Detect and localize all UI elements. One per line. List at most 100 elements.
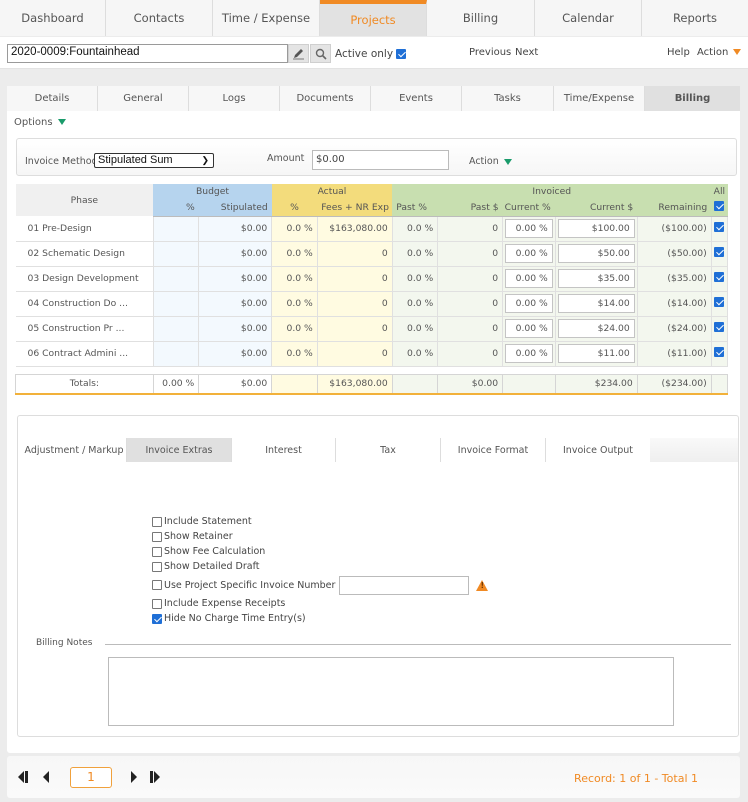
nav-tab-reports[interactable]: Reports bbox=[642, 0, 748, 36]
project-input[interactable]: 2020-0009:Fountainhead bbox=[7, 44, 288, 63]
last-page-icon[interactable] bbox=[150, 771, 163, 783]
active-only-checkbox[interactable] bbox=[396, 49, 407, 59]
subtab-details[interactable]: Details bbox=[7, 86, 98, 111]
row-select-checkbox[interactable] bbox=[714, 222, 725, 232]
past-pct: 0.0 % bbox=[392, 341, 439, 367]
option-include-expense-receipts[interactable]: Include Expense Receipts bbox=[152, 596, 488, 611]
billing-notes-textarea[interactable] bbox=[108, 657, 674, 726]
phase-row: 04 Construction Do ... $0.00 0.0 % 0 0.0 % 0 0… bbox=[15, 291, 729, 317]
phase-name[interactable]: 04 Construction Do ... bbox=[15, 291, 154, 317]
subtab-time-expense[interactable]: Time/Expense bbox=[554, 86, 645, 111]
option-show-retainer[interactable]: Show Retainer bbox=[152, 529, 488, 544]
phase-name[interactable]: 06 Contract Admini ... bbox=[15, 341, 154, 367]
current-pct-input[interactable]: 0.00 % bbox=[505, 219, 553, 238]
show-retainer-checkbox[interactable] bbox=[152, 531, 162, 542]
tab-invoice-format[interactable]: Invoice Format bbox=[441, 438, 546, 462]
totals-remaining: ($234.00) bbox=[636, 373, 712, 395]
option-project-invoice-number[interactable]: Use Project Specific Invoice Number bbox=[152, 574, 489, 596]
row-select-checkbox[interactable] bbox=[714, 272, 725, 282]
show-detailed-draft-checkbox[interactable] bbox=[152, 561, 162, 572]
totals-current-pct bbox=[502, 373, 556, 395]
active-only-toggle[interactable]: Active only bbox=[335, 48, 407, 60]
phase-name[interactable]: 03 Design Development bbox=[15, 266, 154, 292]
current-pct-input[interactable]: 0.00 % bbox=[505, 269, 553, 288]
row-select-checkbox[interactable] bbox=[714, 322, 725, 332]
past-dollar: 0 bbox=[437, 341, 504, 367]
col-header-current-pct: Current % bbox=[502, 199, 556, 217]
option-include-statement[interactable]: Include Statement bbox=[152, 514, 488, 529]
nav-tab-projects[interactable]: Projects bbox=[320, 0, 427, 36]
project-invoice-number-checkbox[interactable] bbox=[152, 580, 162, 590]
search-button[interactable] bbox=[310, 44, 331, 63]
totals-stipulated: $0.00 bbox=[198, 373, 273, 395]
budget-pct bbox=[153, 291, 200, 317]
actual-pct: 0.0 % bbox=[271, 241, 318, 267]
invoice-action-menu[interactable]: Action bbox=[469, 156, 512, 167]
current-pct-input[interactable]: 0.00 % bbox=[505, 294, 553, 313]
subtab-logs[interactable]: Logs bbox=[189, 86, 280, 111]
actual-fees: 0 bbox=[317, 241, 393, 267]
record-count: Record: 1 of 1 - Total 1 bbox=[574, 772, 698, 785]
option-hide-no-charge[interactable]: Hide No Charge Time Entry(s) bbox=[152, 611, 488, 626]
current-dollar-input[interactable]: $50.00 bbox=[557, 244, 635, 263]
past-dollar: 0 bbox=[437, 266, 504, 292]
nav-tab-billing[interactable]: Billing bbox=[427, 0, 535, 36]
current-pct-input[interactable]: 0.00 % bbox=[505, 319, 553, 338]
nav-tab-time-expense[interactable]: Time / Expense bbox=[213, 0, 320, 36]
help-link[interactable]: Help bbox=[667, 47, 690, 58]
row-select-checkbox[interactable] bbox=[714, 347, 725, 357]
budget-stipulated: $0.00 bbox=[198, 291, 273, 317]
current-dollar-input[interactable]: $100.00 bbox=[557, 219, 635, 238]
option-label: Use Project Specific Invoice Number bbox=[164, 579, 336, 591]
tab-adjustment-markup[interactable]: Adjustment / Markup bbox=[22, 438, 127, 462]
current-pct-input[interactable]: 0.00 % bbox=[505, 244, 553, 263]
nav-tab-calendar[interactable]: Calendar bbox=[535, 0, 642, 36]
page-number-input[interactable]: 1 bbox=[70, 767, 112, 788]
subtab-general[interactable]: General bbox=[98, 86, 189, 111]
show-fee-calculation-checkbox[interactable] bbox=[152, 546, 162, 557]
tab-invoice-output[interactable]: Invoice Output bbox=[546, 438, 650, 462]
include-statement-checkbox[interactable] bbox=[152, 516, 162, 527]
first-page-icon[interactable] bbox=[18, 771, 31, 783]
totals-current-dollar: $234.00 bbox=[554, 373, 638, 395]
tab-interest[interactable]: Interest bbox=[232, 438, 336, 462]
option-show-detailed-draft[interactable]: Show Detailed Draft bbox=[152, 559, 488, 574]
invoice-method-select[interactable]: Stipulated Sum ❯ bbox=[94, 153, 214, 168]
current-dollar-input[interactable]: $11.00 bbox=[557, 344, 635, 363]
phase-name[interactable]: 02 Schematic Design bbox=[15, 241, 154, 267]
include-expense-receipts-checkbox[interactable] bbox=[152, 598, 162, 609]
option-show-fee-calculation[interactable]: Show Fee Calculation bbox=[152, 544, 488, 559]
totals-past-pct bbox=[391, 373, 439, 395]
amount-input[interactable]: $0.00 bbox=[312, 150, 449, 170]
totals-fees: $163,080.00 bbox=[316, 373, 393, 395]
current-dollar-input[interactable]: $35.00 bbox=[557, 269, 635, 288]
col-header-fees: Fees + NR Exp bbox=[317, 199, 393, 217]
previous-link[interactable]: Previous bbox=[469, 47, 511, 58]
tab-invoice-extras[interactable]: Invoice Extras bbox=[127, 438, 232, 462]
tab-tax[interactable]: Tax bbox=[336, 438, 441, 462]
subtab-tasks[interactable]: Tasks bbox=[462, 86, 554, 111]
nav-tab-dashboard[interactable]: Dashboard bbox=[0, 0, 106, 36]
next-page-icon[interactable] bbox=[130, 771, 138, 783]
subtab-billing[interactable]: Billing bbox=[645, 86, 740, 111]
next-link[interactable]: Next bbox=[515, 47, 538, 58]
hide-no-charge-checkbox[interactable] bbox=[152, 613, 162, 624]
phase-name[interactable]: 01 Pre-Design bbox=[15, 216, 154, 242]
budget-stipulated: $0.00 bbox=[198, 216, 273, 242]
select-all-checkbox[interactable] bbox=[714, 200, 725, 211]
subtab-events[interactable]: Events bbox=[371, 86, 462, 111]
row-select-checkbox[interactable] bbox=[714, 297, 725, 307]
nav-tab-contacts[interactable]: Contacts bbox=[106, 0, 213, 36]
current-dollar-input[interactable]: $14.00 bbox=[557, 294, 635, 313]
row-select-checkbox[interactable] bbox=[714, 247, 725, 257]
invoice-number-input[interactable] bbox=[339, 575, 470, 595]
subtab-documents[interactable]: Documents bbox=[280, 86, 371, 111]
current-pct-input[interactable]: 0.00 % bbox=[505, 344, 553, 363]
previous-page-icon[interactable] bbox=[42, 771, 50, 783]
options-menu[interactable]: Options bbox=[14, 117, 66, 128]
phase-name[interactable]: 05 Construction Pr ... bbox=[15, 316, 154, 342]
remaining: ($50.00) bbox=[637, 241, 712, 267]
current-dollar-input[interactable]: $24.00 bbox=[557, 319, 635, 338]
edit-project-button[interactable] bbox=[288, 44, 309, 63]
action-menu[interactable]: Action bbox=[697, 47, 742, 58]
